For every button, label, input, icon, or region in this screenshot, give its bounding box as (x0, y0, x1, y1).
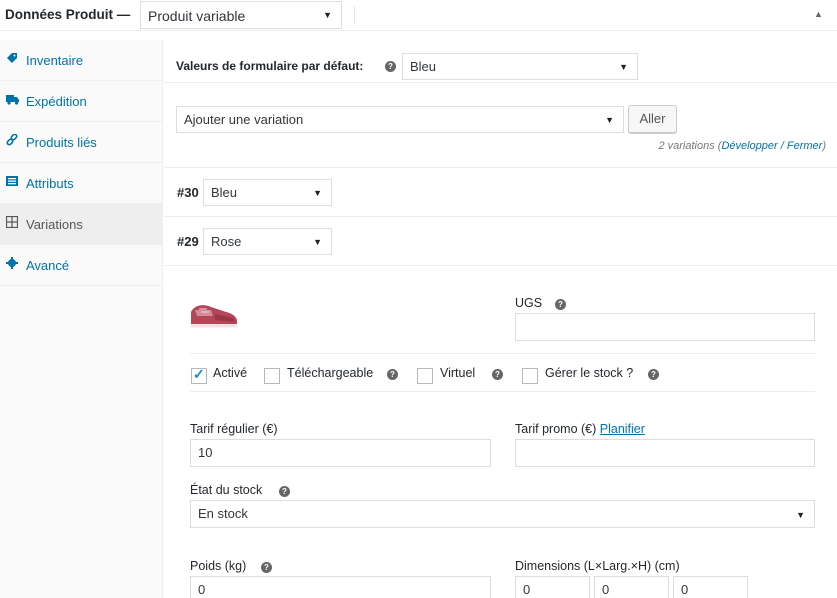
chevron-down-icon: ▼ (313, 237, 322, 247)
tab-produits-lies[interactable]: Produits liés (0, 122, 162, 163)
variation-attribute-value: Rose (211, 234, 242, 249)
add-variation-select[interactable]: Ajouter une variation ▼ (176, 106, 624, 133)
help-icon[interactable]: ? (385, 61, 396, 72)
variation-id: #29 (177, 234, 199, 249)
virtual-label: Virtuel (440, 366, 476, 380)
default-color-select[interactable]: Bleu ▼ (402, 53, 638, 80)
help-icon[interactable]: ? (279, 486, 290, 497)
product-type-value: Produit variable (148, 8, 246, 24)
variation-attribute-select[interactable]: Rose ▼ (203, 228, 332, 255)
go-button[interactable]: Aller (628, 105, 677, 133)
close-link[interactable]: Fermer (787, 140, 822, 152)
height-input[interactable]: 0 (673, 576, 748, 598)
variation-attribute-value: Bleu (211, 185, 238, 200)
product-data-tabs: Inventaire Expédition Produits liés Attr… (0, 40, 163, 598)
divider (190, 391, 815, 392)
virtual-checkbox[interactable] (417, 368, 433, 384)
link-icon (6, 133, 20, 148)
chevron-down-icon: ▼ (605, 115, 614, 125)
tag-icon (6, 52, 20, 66)
chevron-down-icon: ▼ (323, 10, 332, 20)
tab-label: Inventaire (26, 53, 84, 68)
sku-input[interactable] (515, 313, 815, 341)
variations-count: 2 variations (Développer / Fermer) (658, 140, 826, 152)
count-close-paren: ) (822, 140, 826, 152)
product-data-title: Données Produit — (5, 7, 131, 22)
help-icon[interactable]: ? (648, 369, 659, 380)
variation-id: #30 (177, 185, 199, 200)
default-form-values-label: Valeurs de formulaire par défaut: (176, 59, 364, 73)
tab-avance[interactable]: Avancé (0, 245, 162, 286)
downloadable-checkbox[interactable] (264, 368, 280, 384)
help-icon[interactable]: ? (492, 369, 503, 380)
downloadable-label: Téléchargeable (287, 366, 374, 380)
stock-status-value: En stock (198, 506, 248, 521)
variation-row[interactable]: #30 Bleu ▼ (164, 168, 837, 217)
add-variation-value: Ajouter une variation (184, 112, 304, 127)
weight-label: Poids (kg) (190, 559, 247, 573)
length-input[interactable]: 0 (515, 576, 590, 598)
tab-variations[interactable]: Variations (0, 204, 162, 245)
sale-price-input[interactable] (515, 439, 815, 467)
gear-icon (6, 257, 20, 271)
expand-link[interactable]: Développer (721, 140, 777, 152)
chevron-down-icon: ▼ (796, 510, 805, 520)
chevron-down-icon: ▼ (313, 188, 322, 198)
stock-status-select[interactable]: En stock ▼ (190, 500, 815, 528)
variation-image[interactable] (189, 298, 239, 332)
collapse-arrow-icon[interactable]: ▲ (814, 9, 823, 19)
sale-price-label: Tarif promo (€) Planifier (515, 422, 645, 436)
tab-label: Variations (26, 217, 83, 232)
regular-price-input[interactable]: 10 (190, 439, 491, 467)
default-color-value: Bleu (410, 59, 437, 74)
regular-price-label: Tarif régulier (€) (190, 422, 278, 436)
sku-label: UGS (515, 296, 543, 310)
variations-panel: Valeurs de formulaire par défaut: ? Bleu… (164, 40, 837, 598)
variation-row[interactable]: #29 Rose ▼ (164, 217, 837, 266)
schedule-link[interactable]: Planifier (600, 422, 645, 436)
variation-details: UGS ? Activé Téléchargeable ? Virtuel ? … (164, 266, 837, 598)
product-type-select[interactable]: Produit variable ▼ (140, 1, 342, 29)
variations-count-text: 2 variations ( (658, 140, 722, 152)
divider (190, 353, 815, 354)
grid-icon (5, 215, 20, 230)
manage-stock-checkbox[interactable] (522, 368, 538, 384)
enabled-checkbox[interactable] (191, 366, 207, 384)
default-form-values-row: Valeurs de formulaire par défaut: ? Bleu… (164, 40, 837, 83)
add-variation-row: Ajouter une variation ▼ Aller 2 variatio… (164, 94, 837, 168)
tab-label: Attributs (26, 176, 74, 191)
help-icon[interactable]: ? (387, 369, 398, 380)
variation-attribute-select[interactable]: Bleu ▼ (203, 179, 332, 206)
help-icon[interactable]: ? (555, 299, 566, 310)
tab-label: Produits liés (26, 135, 97, 150)
tab-expedition[interactable]: Expédition (0, 81, 162, 122)
tab-inventaire[interactable]: Inventaire (0, 40, 162, 81)
tab-label: Avancé (26, 258, 70, 273)
header-divider (354, 6, 355, 24)
sale-price-label-text: Tarif promo (€) (515, 422, 597, 436)
manage-stock-label: Gérer le stock ? (545, 366, 634, 380)
weight-input[interactable]: 0 (190, 576, 491, 598)
stock-status-label: État du stock (190, 483, 263, 497)
width-input[interactable]: 0 (594, 576, 669, 598)
tab-attributs[interactable]: Attributs (0, 163, 162, 204)
truck-icon (6, 93, 20, 107)
chevron-down-icon: ▼ (619, 62, 628, 72)
list-icon (6, 175, 20, 189)
link-separator: / (777, 140, 787, 152)
dimensions-label: Dimensions (L×Larg.×H) (cm) (515, 559, 680, 573)
product-data-header: Données Produit — Produit variable ▼ ▲ (0, 0, 837, 31)
help-icon[interactable]: ? (261, 562, 272, 573)
enabled-label: Activé (213, 366, 248, 380)
tab-label: Expédition (26, 94, 87, 109)
